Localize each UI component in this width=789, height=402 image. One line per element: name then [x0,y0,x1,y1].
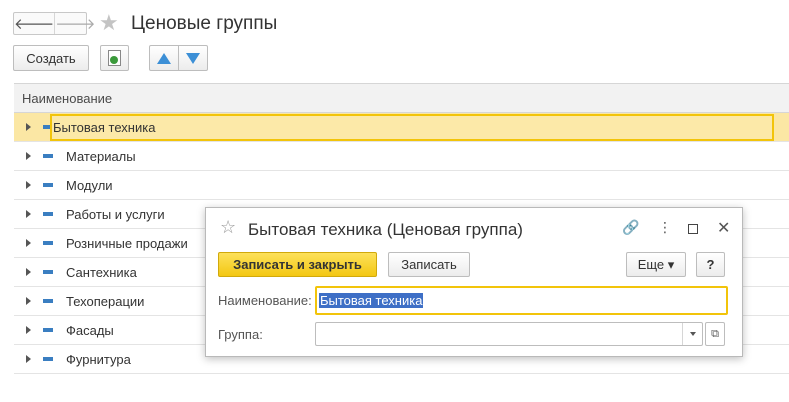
group-icon [43,357,53,361]
group-icon [43,299,53,303]
link-icon[interactable]: 🔗 [622,219,639,236]
group-label: Группа: [218,327,263,342]
row-label: Бытовая техника [50,113,774,141]
group-icon [43,154,53,158]
save-and-close-button[interactable]: Записать и закрыть [218,252,377,277]
group-icon [43,183,53,187]
table-row[interactable]: Бытовая техника [14,113,789,142]
page-title: Ценовые группы [131,13,278,34]
maximize-icon[interactable] [688,224,698,234]
expand-icon[interactable] [26,152,31,160]
name-input[interactable]: Бытовая техника [315,286,728,315]
table-row[interactable]: Модули [14,171,789,200]
copy-button[interactable] [100,45,129,71]
row-label: Фасады [66,322,114,338]
row-label: Материалы [66,148,136,164]
dialog-title: Бытовая техника (Ценовая группа) [248,220,523,239]
expand-icon[interactable] [26,355,31,363]
move-up-button[interactable] [149,45,179,71]
table-row[interactable]: Материалы [14,142,789,171]
save-button[interactable]: Записать [388,252,470,277]
open-icon[interactable]: ⧉ [705,322,725,346]
group-icon [43,270,53,274]
expand-icon[interactable] [26,181,31,189]
expand-icon[interactable] [26,297,31,305]
back-button[interactable]: 🡐 [14,13,54,34]
group-icon [43,241,53,245]
expand-icon[interactable] [26,326,31,334]
group-input[interactable] [315,322,703,346]
row-label: Фурнитура [66,351,131,367]
more-button[interactable]: Еще ▾ [626,252,686,277]
close-icon[interactable]: ✕ [717,218,730,238]
name-input-value: Бытовая техника [319,293,424,308]
row-label: Сантехника [66,264,137,280]
price-group-dialog: ☆ Бытовая техника (Ценовая группа) 🔗 ⋮ ✕… [205,207,743,357]
more-menu-icon[interactable]: ⋮ [658,219,672,236]
arrow-left-icon: 🡐 [14,16,55,33]
star-icon[interactable]: ☆ [220,218,236,236]
header: 🡐 🡒 ★ Ценовые группы [0,0,789,44]
arrow-up-icon [157,52,171,64]
group-icon [43,328,53,332]
row-label: Техоперации [66,293,145,309]
name-label: Наименование: [218,293,312,308]
expand-icon[interactable] [26,210,31,218]
forward-button[interactable]: 🡒 [54,13,95,34]
row-label: Работы и услуги [66,206,165,222]
column-header-name[interactable]: Наименование [14,84,789,113]
price-groups-window: 🡐 🡒 ★ Ценовые группы Создать Наименовани… [0,0,789,402]
document-add-icon [108,50,121,66]
row-label: Модули [66,177,113,193]
star-icon[interactable]: ★ [99,12,119,34]
chevron-down-icon[interactable] [682,323,702,345]
move-down-button[interactable] [178,45,208,71]
navigation-buttons: 🡐 🡒 [13,12,95,35]
expand-icon[interactable] [26,239,31,247]
expand-icon[interactable] [26,268,31,276]
row-label: Розничные продажи [66,235,188,251]
expand-icon[interactable] [26,123,31,131]
create-button[interactable]: Создать [13,45,89,71]
group-icon [43,212,53,216]
arrow-down-icon [186,52,200,64]
help-button[interactable]: ? [696,252,725,277]
arrow-right-icon: 🡒 [55,16,96,33]
